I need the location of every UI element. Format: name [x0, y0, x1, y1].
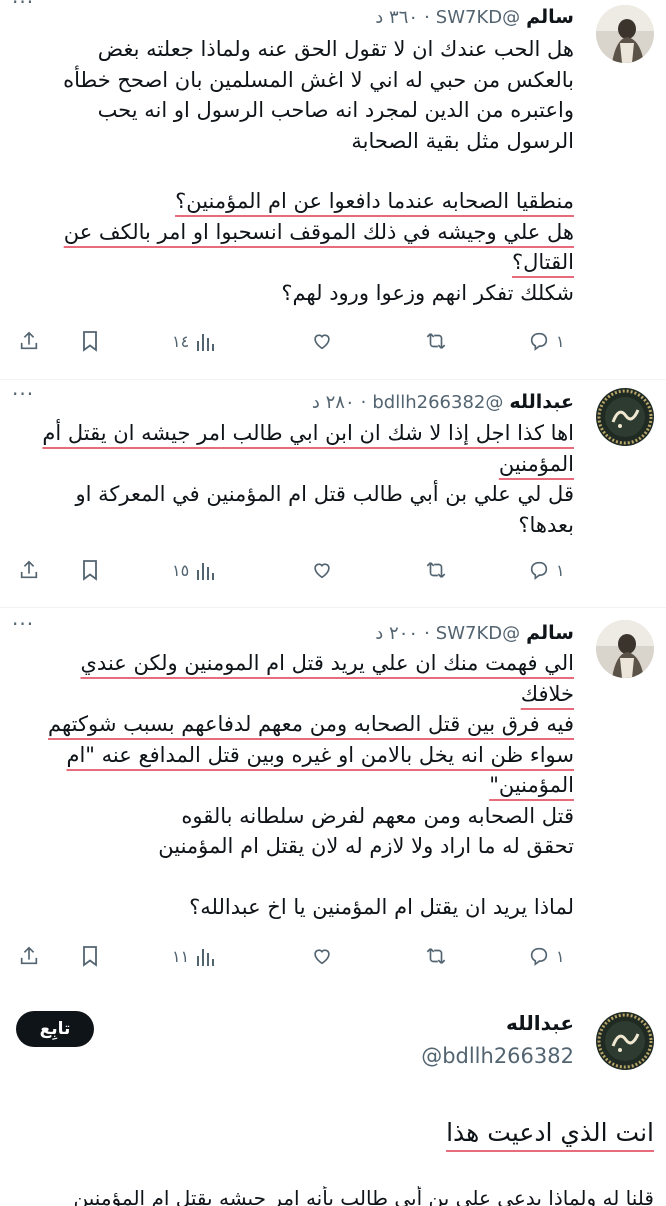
author-handle[interactable]: @SW7KD: [436, 623, 520, 644]
tweet-actions: ١ ١٥: [0, 550, 666, 590]
follow-button[interactable]: تابِع: [16, 1011, 94, 1047]
views-button[interactable]: ١١: [172, 936, 215, 976]
tweet-actions: ١ ١٤: [0, 321, 666, 361]
author-handle[interactable]: @bdllh266382: [372, 392, 503, 413]
reply-button[interactable]: ١: [528, 321, 565, 361]
more-options-icon[interactable]: ···: [12, 612, 34, 636]
separator-dot: ·: [360, 391, 367, 413]
author-handle[interactable]: @SW7KD: [436, 7, 520, 28]
avatar[interactable]: [596, 620, 654, 678]
divider: [0, 379, 666, 380]
tweet-actions: ١ ١١: [0, 936, 666, 976]
heart-icon: [314, 563, 330, 579]
bookmark-button[interactable]: [80, 321, 100, 361]
bookmark-button[interactable]: [80, 936, 100, 976]
timestamp[interactable]: ٢٨٠ د: [312, 392, 355, 413]
retweet-icon: [426, 333, 446, 349]
bookmark-button[interactable]: [80, 550, 100, 590]
more-options-icon[interactable]: ···: [12, 382, 34, 406]
retweet-icon: [426, 562, 446, 578]
heart-icon: [314, 334, 330, 350]
author-name[interactable]: عبدالله: [509, 391, 574, 413]
tweet-text: الي فهمت منك ان علي يريد قتل ام المومنين…: [47, 651, 574, 919]
views-icon: [197, 949, 215, 966]
author-name[interactable]: عبدالله: [506, 1011, 574, 1035]
share-button[interactable]: [18, 936, 40, 976]
more-options-icon[interactable]: ···: [12, 0, 34, 14]
tweet-text: اها كذا اجل إذا لا شك ان ابن ابي طالب ام…: [42, 421, 574, 537]
views-icon: [197, 334, 215, 351]
views-count: ١١: [172, 946, 190, 966]
like-button[interactable]: [311, 550, 333, 590]
share-icon: [20, 946, 38, 965]
views-button[interactable]: ١٥: [172, 550, 215, 590]
reply-count: ١: [556, 331, 565, 351]
post-text: انت الذي ادعيت هذا: [446, 1118, 654, 1147]
like-button[interactable]: [311, 321, 333, 361]
avatar[interactable]: [596, 5, 654, 63]
author-handle[interactable]: @bdllh266382: [421, 1044, 574, 1068]
bookmark-icon: [83, 946, 97, 967]
reply-count: ١: [556, 946, 565, 966]
bookmark-icon: [83, 331, 97, 352]
timestamp[interactable]: ٢٠٠ د: [375, 623, 418, 644]
reply-button[interactable]: ١: [528, 550, 565, 590]
heart-icon: [314, 949, 330, 965]
reply-icon: [530, 332, 548, 351]
bookmark-icon: [83, 560, 97, 581]
retweet-button[interactable]: [424, 321, 448, 361]
retweet-icon: [426, 948, 446, 964]
views-count: ١٤: [172, 331, 190, 351]
views-count: ١٥: [172, 560, 190, 580]
avatar[interactable]: [596, 388, 654, 446]
timestamp[interactable]: ٣٦٠ د: [375, 7, 418, 28]
share-button[interactable]: [18, 321, 40, 361]
reply-icon: [530, 561, 548, 580]
share-icon: [20, 331, 38, 350]
post-text-continued: قلنا له ولماذا يدعي علي بن أبي طالب بأنه…: [73, 1186, 654, 1206]
tweet-text: هل الحب عندك ان لا تقول الحق عنه ولماذا …: [63, 37, 574, 305]
avatar[interactable]: [596, 1012, 654, 1070]
views-icon: [197, 563, 215, 580]
reply-count: ١: [556, 560, 565, 580]
share-button[interactable]: [18, 550, 40, 590]
reply-icon: [530, 947, 548, 966]
views-button[interactable]: ١٤: [172, 321, 215, 361]
reply-button[interactable]: ١: [528, 936, 565, 976]
like-button[interactable]: [311, 936, 333, 976]
divider: [0, 607, 666, 608]
separator-dot: ·: [424, 6, 430, 28]
author-name[interactable]: سالم: [526, 622, 574, 644]
retweet-button[interactable]: [424, 936, 448, 976]
author-name[interactable]: سالم: [526, 6, 574, 28]
retweet-button[interactable]: [424, 550, 448, 590]
separator-dot: ·: [424, 622, 430, 644]
share-icon: [20, 560, 38, 579]
